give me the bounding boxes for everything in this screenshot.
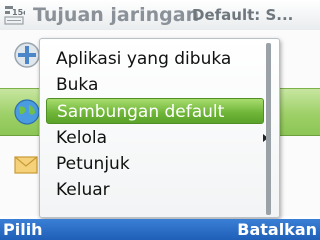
menu-grid-icon: 15c	[4, 6, 25, 25]
default-connection-label: Default: S...	[192, 6, 294, 24]
select-softkey[interactable]: Pilih	[3, 220, 43, 239]
menu-item-help[interactable]: Petunjuk	[46, 151, 264, 177]
menu-scrollbar[interactable]	[266, 43, 271, 215]
menu-item-open[interactable]: Buka	[46, 72, 264, 98]
envelope-icon	[14, 156, 38, 174]
title-bar: 15c Tujuan jaringan Default: S...	[0, 0, 320, 30]
menu-item-open-apps[interactable]: Aplikasi yang dibuka	[46, 46, 264, 72]
globe-pin-icon	[14, 42, 40, 68]
cancel-softkey[interactable]: Batalkan	[237, 220, 317, 239]
menu-item-label: Aplikasi yang dibuka	[56, 49, 232, 69]
menu-item-manage[interactable]: Kelola	[46, 125, 268, 151]
menu-item-label: Buka	[56, 75, 99, 95]
options-menu: Aplikasi yang dibuka Buka Sambungan defa…	[39, 38, 280, 218]
menu-item-default-connection[interactable]: Sambungan default	[46, 98, 264, 124]
page-title: Tujuan jaringan	[33, 4, 200, 26]
softkey-bar: Pilih Batalkan	[0, 219, 320, 240]
menu-item-exit[interactable]: Keluar	[46, 177, 264, 203]
menu-item-label: Petunjuk	[56, 154, 130, 174]
scrollbar-thumb[interactable]	[266, 43, 271, 215]
menu-item-label: Keluar	[56, 180, 110, 200]
svg-text:15c: 15c	[12, 8, 25, 17]
menu-item-label: Kelola	[56, 128, 108, 148]
menu-item-label: Sambungan default	[57, 102, 225, 122]
globe-icon	[14, 99, 40, 125]
